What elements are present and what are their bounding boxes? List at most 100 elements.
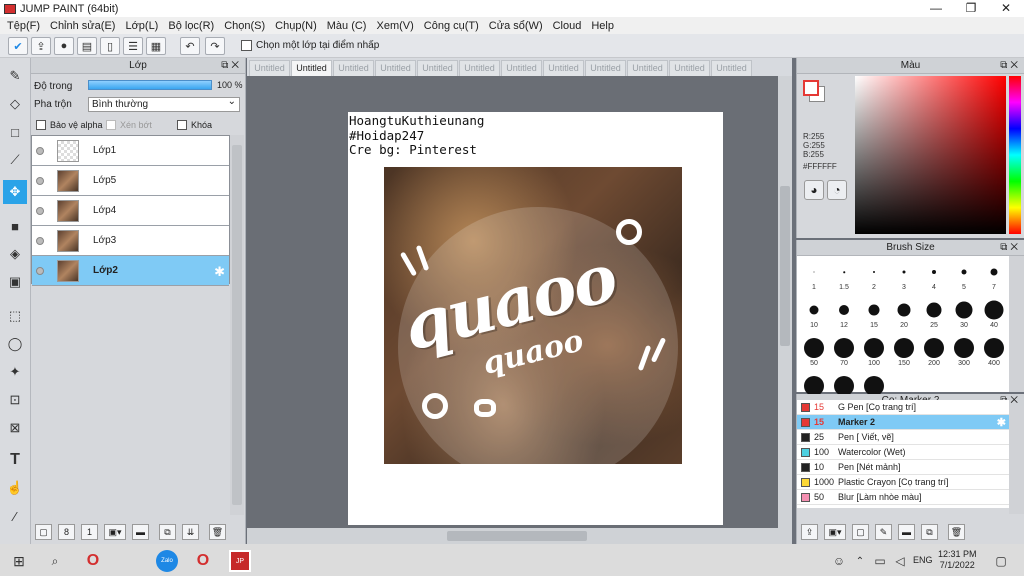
select-eraser-tool-icon[interactable]: ⊠ bbox=[3, 416, 27, 440]
tool-preset-row[interactable]: 50 Blur [Làm nhòe màu] bbox=[797, 490, 1009, 505]
folder-icon[interactable]: ▬ bbox=[132, 524, 149, 540]
brush-size-option[interactable]: 70 bbox=[829, 332, 859, 370]
visibility-icon[interactable] bbox=[36, 146, 44, 155]
document-tab[interactable]: Untitled bbox=[669, 60, 710, 76]
brush-size-option[interactable]: 100 bbox=[859, 332, 889, 370]
search-icon[interactable]: ⌕ bbox=[44, 550, 66, 572]
hand-tool-icon[interactable]: ☝ bbox=[3, 476, 27, 500]
lock-checkbox[interactable] bbox=[177, 120, 187, 130]
canvas-vertical-scrollbar[interactable] bbox=[778, 76, 792, 528]
tool-preset-row[interactable]: 100 Watercolor (Wet) bbox=[797, 445, 1009, 460]
zalo-icon[interactable]: Zalo bbox=[156, 550, 178, 572]
select-rect-tool-icon[interactable]: ⬚ bbox=[3, 304, 27, 328]
notification-icon[interactable]: ▢ bbox=[990, 550, 1012, 572]
brush-size-option[interactable]: 3 bbox=[889, 256, 919, 294]
brush-size-option[interactable]: 5 bbox=[949, 256, 979, 294]
lasso-tool-icon[interactable]: ◯ bbox=[3, 332, 27, 356]
menu-cloud[interactable]: Cloud bbox=[548, 20, 587, 32]
brush-size-option[interactable]: 30 bbox=[949, 294, 979, 332]
redo-icon[interactable]: ↷ bbox=[205, 37, 225, 55]
layer-scrollbar[interactable] bbox=[230, 135, 244, 515]
visibility-icon[interactable] bbox=[36, 266, 44, 275]
eraser-tool-icon[interactable]: ◇ bbox=[3, 92, 27, 116]
menu-select[interactable]: Chọn(S) bbox=[219, 20, 270, 32]
tool-list-scrollbar[interactable] bbox=[1009, 406, 1024, 514]
menu-layer[interactable]: Lớp(L) bbox=[120, 20, 163, 32]
layer-row-selected[interactable]: Lớp2 ✱ bbox=[32, 256, 229, 286]
language-indicator[interactable]: ENG bbox=[913, 555, 933, 565]
comment-icon[interactable]: ▤ bbox=[77, 37, 97, 55]
menu-view[interactable]: Xem(V) bbox=[371, 20, 418, 32]
gear-icon[interactable]: ✱ bbox=[214, 264, 225, 280]
grid-edit-icon[interactable]: ▦ bbox=[146, 37, 166, 55]
trash-icon[interactable]: 🗑 bbox=[948, 524, 965, 540]
add-layer-menu-icon[interactable]: ▣▾ bbox=[104, 524, 126, 540]
visibility-icon[interactable] bbox=[36, 206, 44, 215]
opacity-slider[interactable] bbox=[88, 80, 212, 90]
document-tab[interactable]: Untitled bbox=[711, 60, 752, 76]
layer-row[interactable]: Lớp4 bbox=[32, 196, 229, 226]
new-layer-icon[interactable]: ▢ bbox=[35, 524, 52, 540]
brush-add-icon[interactable]: ⇪ bbox=[801, 524, 818, 540]
hue-slider[interactable] bbox=[1009, 76, 1021, 234]
jump-paint-taskbar-icon[interactable]: JP bbox=[229, 550, 251, 572]
brush-size-option[interactable]: 40 bbox=[979, 294, 1009, 332]
move-tool-icon[interactable]: ✥ bbox=[3, 180, 27, 204]
duplicate-icon[interactable]: ⧉ bbox=[921, 524, 938, 540]
brush-tool-icon[interactable]: ✎ bbox=[3, 64, 27, 88]
color-picker-field[interactable] bbox=[855, 76, 1006, 234]
tool-preset-row[interactable]: 1000 Plastic Crayon [Cọ trang trí] bbox=[797, 475, 1009, 490]
brush-size-option[interactable]: 50 bbox=[799, 332, 829, 370]
tool-preset-row[interactable]: 10 Pen [Nét mảnh] bbox=[797, 460, 1009, 475]
menu-tools[interactable]: Công cụ(T) bbox=[419, 20, 484, 32]
document-tab[interactable]: Untitled bbox=[627, 60, 668, 76]
new-8bit-layer-icon[interactable]: 8 bbox=[58, 524, 75, 540]
close-button[interactable]: ✕ bbox=[989, 0, 1023, 17]
palette-icon[interactable]: ◕ bbox=[804, 180, 824, 200]
document-tab[interactable]: Untitled bbox=[501, 60, 542, 76]
menu-window[interactable]: Cửa sổ(W) bbox=[484, 20, 548, 32]
tool-preset-row[interactable]: 15 G Pen [Cọ trang trí] bbox=[797, 400, 1009, 415]
brush-size-option[interactable]: 150 bbox=[889, 332, 919, 370]
document-tab[interactable]: Untitled bbox=[585, 60, 626, 76]
panel-controls-icon[interactable]: ⧉✕ bbox=[1000, 58, 1021, 74]
folder-icon[interactable]: ▬ bbox=[898, 524, 915, 540]
menu-color[interactable]: Màu (C) bbox=[322, 20, 372, 32]
document-tab[interactable]: Untitled bbox=[543, 60, 584, 76]
foreground-color-swatch[interactable] bbox=[803, 80, 819, 96]
canvas-paper[interactable]: HoangtuKuthieunang #Hoidap247 Cre bg: Pi… bbox=[348, 112, 723, 525]
tool-preset-row[interactable]: 25 Pen [ Viết, vẽ] bbox=[797, 430, 1009, 445]
people-icon[interactable]: ☺ bbox=[828, 550, 850, 572]
merge-icon[interactable]: ⇊ bbox=[182, 524, 199, 540]
maximize-button[interactable]: ❐ bbox=[954, 0, 988, 17]
brush-size-option[interactable]: 400 bbox=[979, 332, 1009, 370]
brush-size-option[interactable]: 1.5 bbox=[829, 256, 859, 294]
tool-preset-row-selected[interactable]: 15 Marker 2 ✱ bbox=[797, 415, 1009, 430]
line-tool-icon[interactable]: ⟋ bbox=[3, 148, 27, 172]
document-tab[interactable]: Untitled bbox=[417, 60, 458, 76]
rectangle-tool-icon[interactable]: □ bbox=[3, 120, 27, 144]
document-tab[interactable]: Untitled bbox=[333, 60, 374, 76]
layer-row[interactable]: Lớp5 bbox=[32, 166, 229, 196]
status-check-icon[interactable]: ✔ bbox=[8, 37, 28, 55]
document-tab[interactable]: Untitled bbox=[375, 60, 416, 76]
brush-edit-icon[interactable]: ✎ bbox=[875, 524, 892, 540]
gear-icon[interactable]: ✱ bbox=[997, 416, 1006, 429]
text-tool-icon[interactable]: T bbox=[3, 448, 27, 472]
brush-size-option[interactable]: 2 bbox=[859, 256, 889, 294]
opera-gx-icon[interactable]: O bbox=[192, 550, 214, 572]
undo-icon[interactable]: ↶ bbox=[180, 37, 200, 55]
palette-settings-icon[interactable]: ◔ bbox=[827, 180, 847, 200]
document-tab[interactable]: Untitled bbox=[249, 60, 290, 76]
brush-size-option[interactable]: 25 bbox=[919, 294, 949, 332]
clock[interactable]: 12:31 PM 7/1/2022 bbox=[938, 549, 977, 571]
brush-size-option[interactable]: 15 bbox=[859, 294, 889, 332]
canvas-horizontal-scrollbar[interactable] bbox=[247, 528, 792, 544]
show-hidden-icon[interactable]: ⌃ bbox=[849, 550, 871, 572]
visibility-icon[interactable] bbox=[36, 176, 44, 185]
menu-filter[interactable]: Bộ lọc(R) bbox=[163, 20, 219, 32]
fill-rect-tool-icon[interactable]: ■ bbox=[3, 214, 27, 238]
brush-size-option[interactable]: 4 bbox=[919, 256, 949, 294]
visibility-icon[interactable] bbox=[36, 236, 44, 245]
blend-mode-select[interactable]: Bình thường bbox=[88, 95, 240, 112]
